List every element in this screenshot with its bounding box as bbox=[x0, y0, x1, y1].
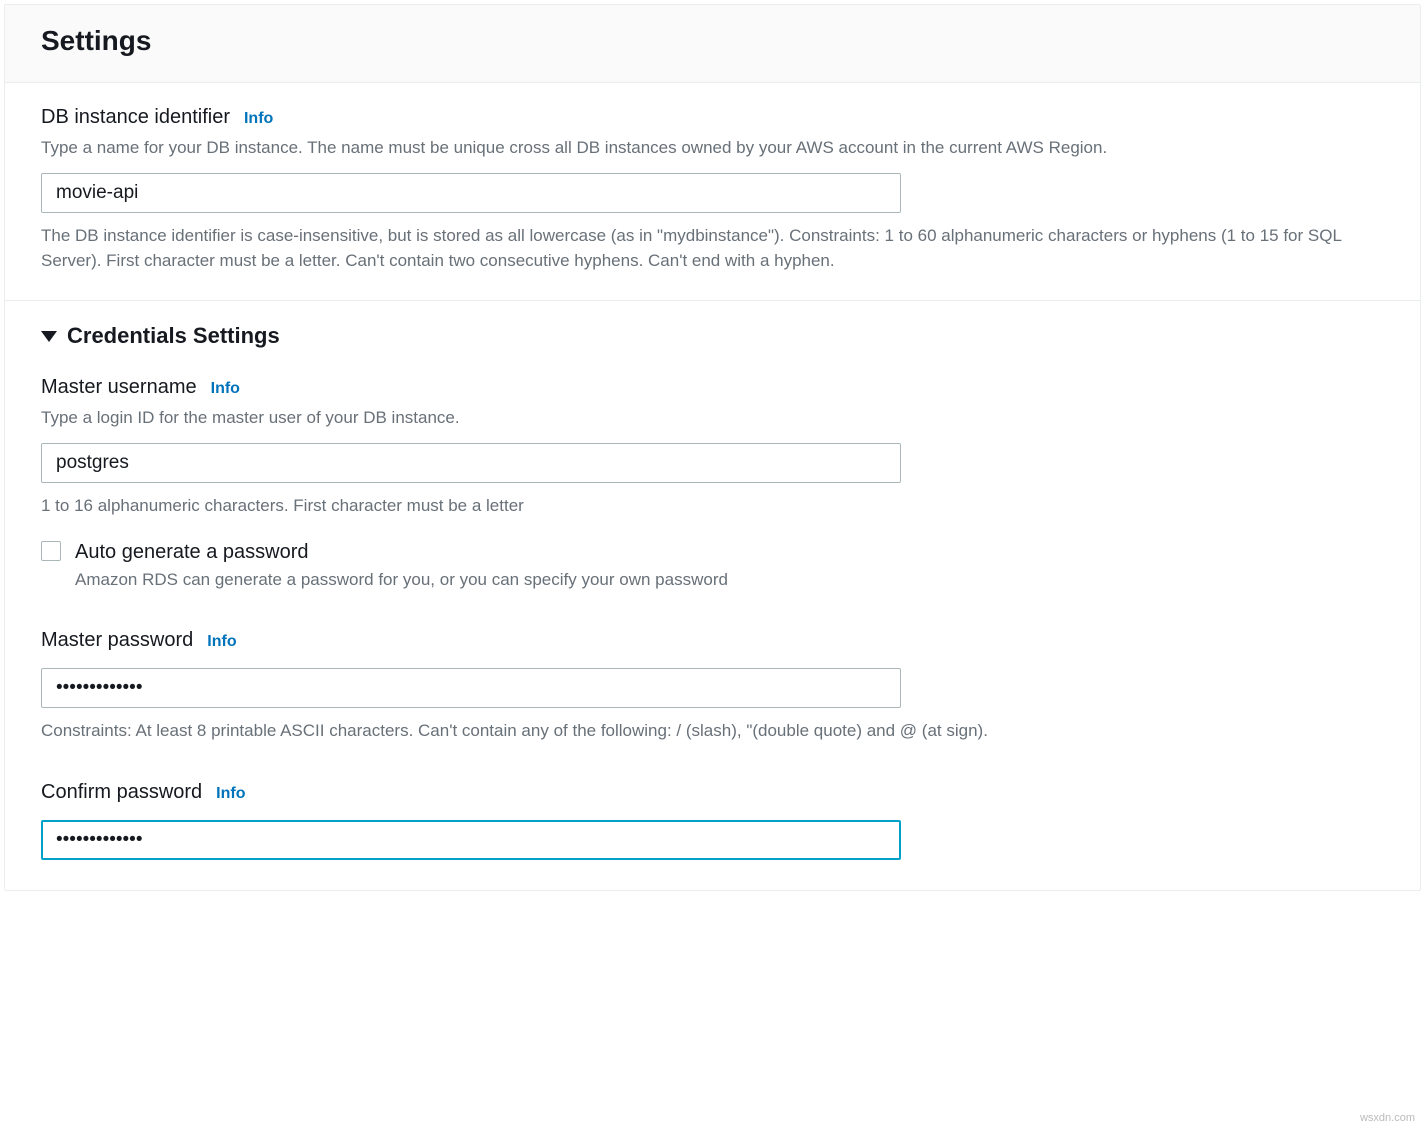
watermark: wsxdn.com bbox=[1360, 1111, 1415, 1126]
autogen-password-description: Amazon RDS can generate a password for y… bbox=[75, 568, 728, 592]
caret-down-icon bbox=[41, 331, 57, 342]
confirm-password-label: Confirm password bbox=[41, 778, 202, 806]
db-identifier-constraint: The DB instance identifier is case-insen… bbox=[41, 223, 1384, 274]
master-password-field: Master password Info Constraints: At lea… bbox=[41, 626, 1384, 744]
master-username-input[interactable] bbox=[41, 443, 901, 483]
db-identifier-section: DB instance identifier Info Type a name … bbox=[5, 83, 1420, 300]
master-password-constraint: Constraints: At least 8 printable ASCII … bbox=[41, 718, 1384, 744]
confirm-password-info-link[interactable]: Info bbox=[216, 783, 245, 805]
master-password-info-link[interactable]: Info bbox=[207, 631, 236, 653]
autogen-password-label: Auto generate a password bbox=[75, 538, 728, 566]
credentials-toggle[interactable]: Credentials Settings bbox=[41, 321, 1384, 352]
panel-title: Settings bbox=[41, 21, 1384, 60]
master-username-constraint: 1 to 16 alphanumeric characters. First c… bbox=[41, 493, 1384, 519]
credentials-section: Credentials Settings Master username Inf… bbox=[5, 300, 1420, 890]
master-username-description: Type a login ID for the master user of y… bbox=[41, 405, 1384, 431]
master-username-info-link[interactable]: Info bbox=[211, 378, 240, 400]
master-password-label: Master password bbox=[41, 626, 193, 654]
db-identifier-description: Type a name for your DB instance. The na… bbox=[41, 135, 1384, 161]
db-identifier-input[interactable] bbox=[41, 173, 901, 213]
master-username-label: Master username bbox=[41, 373, 197, 401]
db-identifier-info-link[interactable]: Info bbox=[244, 108, 273, 130]
autogen-password-checkbox[interactable] bbox=[41, 541, 61, 561]
confirm-password-input[interactable] bbox=[41, 820, 901, 860]
autogen-password-row: Auto generate a password Amazon RDS can … bbox=[41, 538, 1384, 592]
confirm-password-field: Confirm password Info bbox=[41, 778, 1384, 860]
master-username-field: Master username Info Type a login ID for… bbox=[41, 373, 1384, 592]
db-identifier-label: DB instance identifier bbox=[41, 103, 230, 131]
settings-panel: Settings DB instance identifier Info Typ… bbox=[4, 4, 1421, 891]
panel-header: Settings bbox=[5, 5, 1420, 83]
master-password-input[interactable] bbox=[41, 668, 901, 708]
credentials-title: Credentials Settings bbox=[67, 321, 280, 352]
